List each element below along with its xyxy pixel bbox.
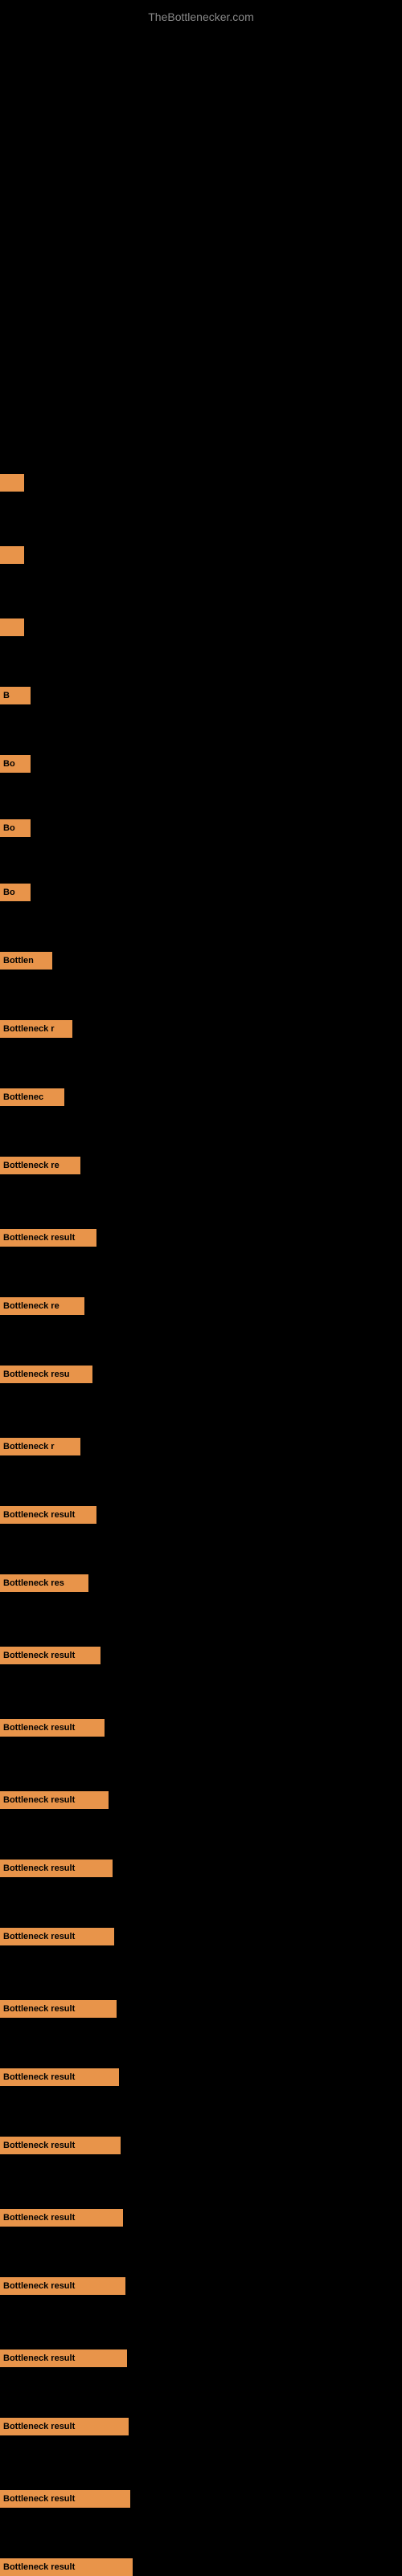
bar-label: Bottleneck re [0,1157,80,1174]
bar-label: Bottlenec [0,1088,64,1106]
bar-label: Bottleneck result [0,1928,114,1945]
bar-label: Bottlen [0,952,52,970]
bar-label: Bottleneck result [0,2068,119,2086]
bar-label: Bottleneck result [0,2418,129,2435]
bar-label: Bottleneck result [0,2209,123,2227]
bar-item: Bottleneck result [0,1647,100,1664]
bar-label: Bottleneck result [0,2558,133,2576]
bar-label: Bottleneck result [0,2137,121,2154]
bar-label: Bottleneck result [0,1229,96,1247]
bar-label: Bo [0,755,31,773]
bar-item: Bottleneck result [0,2137,121,2154]
bar-label: Bo [0,884,31,901]
bar-label: Bottleneck result [0,1647,100,1664]
bar-item: Bottleneck re [0,1157,80,1174]
bar-item: Bottleneck result [0,2277,125,2295]
bar-label: Bottleneck res [0,1574,88,1592]
bar-label: Bottleneck re [0,1297,84,1315]
bar-label: Bottleneck result [0,1506,96,1524]
bar-label [0,546,24,564]
bar-label: Bottleneck result [0,2000,117,2018]
bar-item: Bottleneck result [0,2490,130,2508]
bar-label: Bottleneck result [0,2349,127,2367]
bar-item: Bottleneck result [0,2068,119,2086]
bar-item: Bottleneck resu [0,1366,92,1383]
bar-label [0,474,24,492]
bar-item: Bottleneck result [0,2209,123,2227]
bar-label: Bottleneck resu [0,1366,92,1383]
bar-label: Bottleneck result [0,2277,125,2295]
bar-item: Bottleneck result [0,1229,96,1247]
bar-item [0,474,24,492]
bar-item: Bottlen [0,952,52,970]
bar-item [0,546,24,564]
bar-item: Bottleneck re [0,1297,84,1315]
bar-item: Bottleneck r [0,1020,72,1038]
bar-item: Bo [0,755,31,773]
bar-item: B [0,687,31,704]
bar-item: Bottleneck result [0,1719,105,1737]
bar-item: Bottleneck result [0,2000,117,2018]
bar-label: Bottleneck result [0,2490,130,2508]
bar-label: Bottleneck result [0,1719,105,1737]
bar-item: Bo [0,884,31,901]
bar-label: Bottleneck result [0,1791,109,1809]
bar-item: Bottleneck result [0,2558,133,2576]
bar-item: Bottleneck result [0,1791,109,1809]
bar-item [0,618,24,636]
bar-item: Bottleneck result [0,1928,114,1945]
bar-item: Bottleneck r [0,1438,80,1455]
bar-label: B [0,687,31,704]
bar-item: Bo [0,819,31,837]
bar-label [0,618,24,636]
bar-item: Bottleneck result [0,1506,96,1524]
site-title: TheBottlenecker.com [148,4,254,30]
bar-item: Bottleneck res [0,1574,88,1592]
bar-label: Bottleneck r [0,1020,72,1038]
bar-label: Bo [0,819,31,837]
bar-item: Bottlenec [0,1088,64,1106]
bar-label: Bottleneck r [0,1438,80,1455]
bar-label: Bottleneck result [0,1860,113,1877]
bar-item: Bottleneck result [0,1860,113,1877]
bar-item: Bottleneck result [0,2349,127,2367]
bar-item: Bottleneck result [0,2418,129,2435]
